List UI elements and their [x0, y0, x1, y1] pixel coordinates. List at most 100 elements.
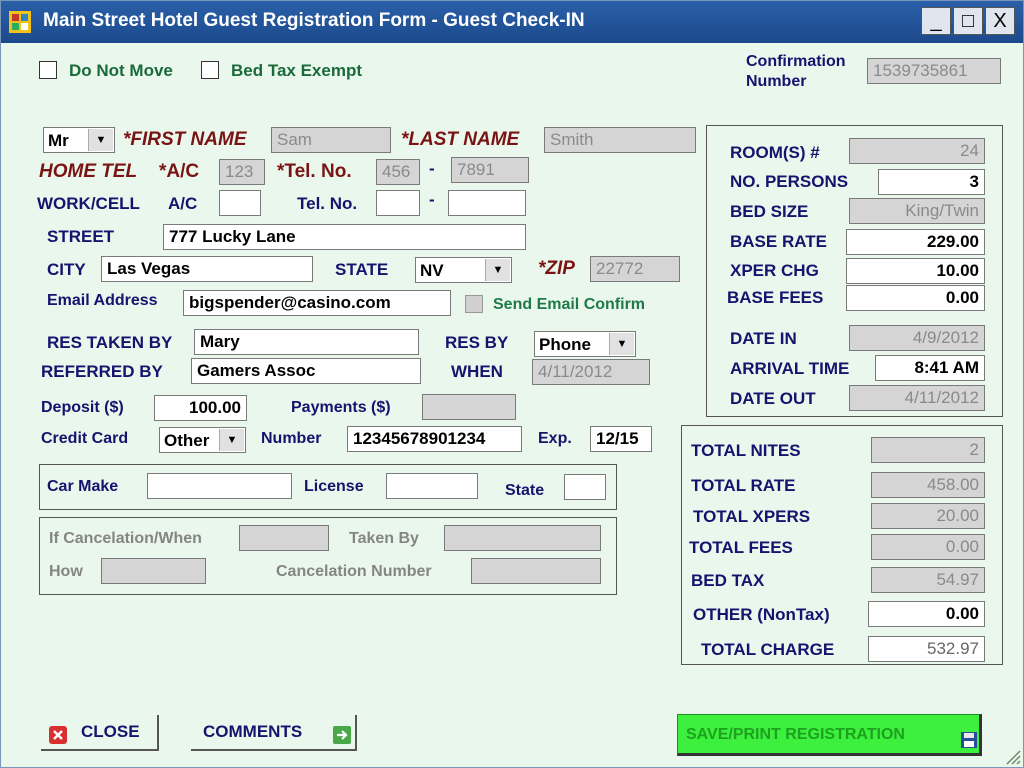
total-charge-label: TOTAL CHARGE	[701, 640, 835, 659]
license-field[interactable]	[386, 473, 478, 499]
res-taken-by-field[interactable]	[194, 329, 419, 355]
floppy-disk-icon	[961, 732, 977, 748]
date-in-label: DATE IN	[730, 329, 797, 348]
total-nites-field[interactable]	[871, 437, 985, 463]
comments-button[interactable]: COMMENTS	[191, 715, 357, 751]
exp-label: Exp.	[538, 430, 572, 447]
bed-tax-exempt-checkbox[interactable]	[201, 61, 219, 79]
credit-card-label: Credit Card	[41, 430, 129, 447]
bed-tax-exempt-label: Bed Tax Exempt	[231, 61, 363, 80]
close-window-button[interactable]: X	[985, 7, 1015, 35]
last-name-label: *LAST NAME	[401, 129, 520, 150]
cancel-taken-by-field[interactable]	[444, 525, 601, 551]
chevron-down-icon[interactable]: ▼	[609, 333, 634, 355]
total-fees-field[interactable]	[871, 534, 985, 560]
payments-label: Payments ($)	[291, 399, 391, 416]
first-name-field[interactable]	[271, 127, 391, 153]
window-title: Main Street Hotel Guest Registration For…	[43, 10, 585, 31]
car-make-label: Car Make	[47, 478, 119, 495]
title-select[interactable]: Mr ▼	[43, 127, 115, 153]
send-email-checkbox[interactable]	[465, 295, 483, 313]
email-label: Email Address	[47, 292, 158, 309]
app-icon	[9, 11, 31, 33]
bed-tax-field[interactable]	[871, 567, 985, 593]
xper-chg-field[interactable]	[846, 258, 985, 284]
arrival-time-field[interactable]	[875, 355, 985, 381]
work-tel-line-field[interactable]	[448, 190, 526, 216]
email-field[interactable]	[183, 290, 451, 316]
chevron-down-icon[interactable]: ▼	[485, 259, 510, 281]
city-label: CITY	[47, 260, 86, 279]
cancel-number-field[interactable]	[471, 558, 601, 584]
state-select[interactable]: NV ▼	[415, 257, 512, 283]
arrow-right-icon	[333, 726, 351, 744]
base-rate-label: BASE RATE	[730, 232, 827, 251]
home-tel-prefix-field[interactable]	[376, 159, 420, 185]
res-taken-by-label: RES TAKEN BY	[47, 333, 173, 352]
confirmation-number-field[interactable]	[867, 58, 1001, 84]
first-name-label: *FIRST NAME	[123, 129, 247, 150]
cancel-number-label: Cancelation Number	[276, 563, 432, 580]
save-print-registration-button[interactable]: SAVE/PRINT REGISTRATION	[677, 714, 982, 756]
total-charge-field[interactable]	[868, 636, 985, 662]
credit-card-select-value: Other	[164, 431, 210, 450]
title-bar[interactable]: Main Street Hotel Guest Registration For…	[1, 1, 1023, 43]
date-in-field[interactable]	[849, 325, 985, 351]
close-button[interactable]: CLOSE	[41, 715, 159, 751]
cancel-taken-by-label: Taken By	[349, 530, 419, 547]
zip-field[interactable]	[590, 256, 680, 282]
home-tel-dash: -	[429, 159, 435, 178]
work-tel-label: Tel. No.	[297, 194, 358, 213]
total-rate-field[interactable]	[871, 472, 985, 498]
work-tel-prefix-field[interactable]	[376, 190, 420, 216]
deposit-label: Deposit ($)	[41, 399, 124, 416]
confirmation-label-line2: Number	[746, 73, 807, 90]
base-fees-label: BASE FEES	[727, 288, 824, 307]
car-state-field[interactable]	[564, 474, 606, 500]
street-field[interactable]	[163, 224, 526, 250]
chevron-down-icon[interactable]: ▼	[219, 429, 244, 451]
other-nontax-field[interactable]	[868, 601, 985, 627]
card-number-field[interactable]	[347, 426, 522, 452]
home-tel-line-field[interactable]	[451, 157, 529, 183]
cancel-when-label: If Cancelation/When	[49, 530, 202, 547]
chevron-down-icon[interactable]: ▼	[88, 129, 113, 151]
referred-by-field[interactable]	[191, 358, 421, 384]
rooms-field[interactable]	[849, 138, 985, 164]
comments-button-label: COMMENTS	[203, 722, 303, 741]
xper-chg-label: XPER CHG	[730, 261, 819, 280]
res-by-select[interactable]: Phone ▼	[534, 331, 636, 357]
cancel-when-field[interactable]	[239, 525, 329, 551]
referred-by-label: REFERRED BY	[41, 362, 163, 381]
res-by-select-value: Phone	[539, 335, 591, 354]
do-not-move-checkbox[interactable]	[39, 61, 57, 79]
city-field[interactable]	[101, 256, 313, 282]
last-name-field[interactable]	[544, 127, 696, 153]
base-rate-field[interactable]	[846, 229, 985, 255]
arrival-time-label: ARRIVAL TIME	[730, 359, 850, 378]
exp-field[interactable]	[590, 426, 652, 452]
base-fees-field[interactable]	[846, 285, 985, 311]
when-field[interactable]	[532, 359, 650, 385]
other-nontax-label: OTHER (NonTax)	[693, 605, 830, 624]
registration-window: Main Street Hotel Guest Registration For…	[0, 0, 1024, 768]
cancel-how-field[interactable]	[101, 558, 206, 584]
state-select-value: NV	[420, 261, 444, 280]
maximize-button[interactable]: □	[953, 7, 983, 35]
persons-field[interactable]	[878, 169, 985, 195]
bed-size-field[interactable]	[849, 198, 985, 224]
car-make-field[interactable]	[147, 473, 292, 499]
work-cell-label: WORK/CELL	[37, 194, 140, 213]
minimize-button[interactable]: _	[921, 7, 951, 35]
date-out-field[interactable]	[849, 385, 985, 411]
home-ac-field[interactable]	[219, 159, 265, 185]
resize-grip-icon[interactable]	[1003, 747, 1021, 765]
payments-field[interactable]	[422, 394, 516, 420]
deposit-field[interactable]	[154, 395, 247, 421]
date-out-label: DATE OUT	[730, 389, 816, 408]
work-ac-field[interactable]	[219, 190, 261, 216]
credit-card-select[interactable]: Other ▼	[159, 427, 246, 453]
home-tel-no-label: *Tel. No.	[277, 161, 352, 182]
bed-size-label: BED SIZE	[730, 202, 809, 221]
total-xpers-field[interactable]	[871, 503, 985, 529]
